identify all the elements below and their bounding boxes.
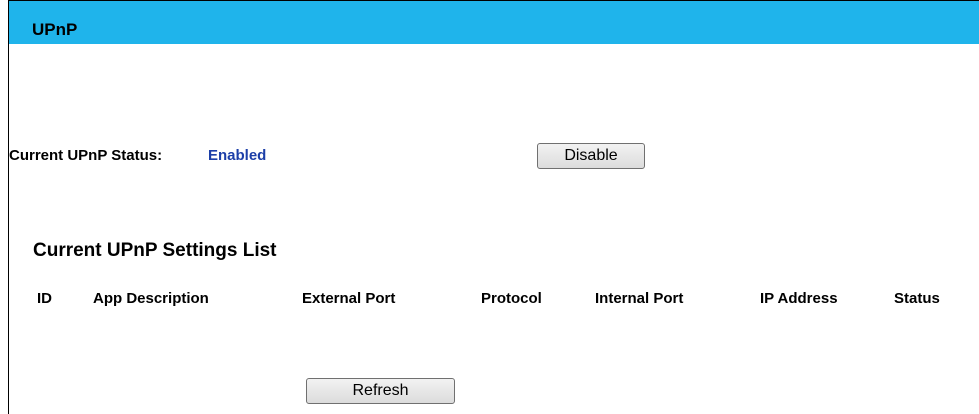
section-header-bar (9, 1, 979, 44)
column-header-internal-port: Internal Port (595, 290, 684, 307)
column-header-external-port: External Port (302, 290, 396, 307)
disable-button[interactable]: Disable (537, 143, 645, 169)
refresh-button[interactable]: Refresh (306, 378, 455, 404)
settings-list-title: Current UPnP Settings List (33, 240, 277, 261)
upnp-status-label: Current UPnP Status: (9, 147, 163, 164)
column-header-id: ID (37, 290, 52, 307)
column-header-app-description: App Description (93, 290, 209, 307)
content-frame (8, 0, 979, 414)
upnp-status-value: Enabled (208, 147, 267, 164)
column-header-status: Status (894, 290, 940, 307)
column-header-ip-address: IP Address (760, 290, 838, 307)
column-header-protocol: Protocol (481, 290, 542, 307)
page-title: UPnP (32, 20, 78, 39)
